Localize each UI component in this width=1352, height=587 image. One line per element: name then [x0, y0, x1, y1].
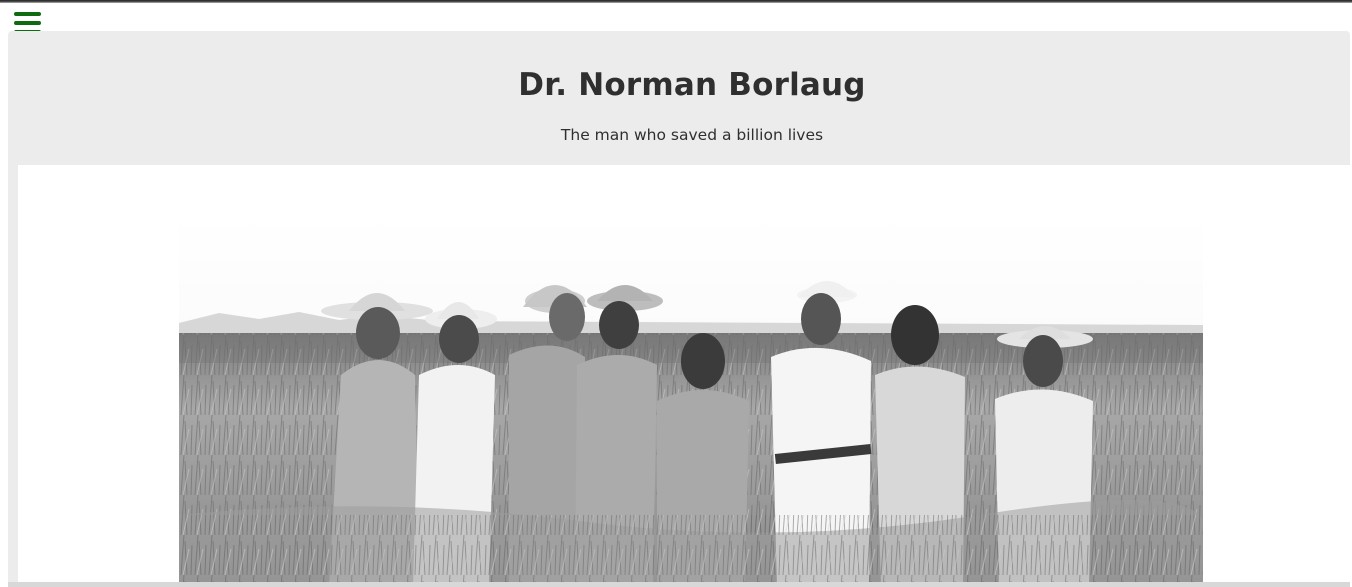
- bottom-border: [8, 582, 1350, 587]
- menu-bar-middle: [14, 21, 41, 25]
- page-subtitle: The man who saved a billion lives: [560, 126, 824, 144]
- field-team-photo: [179, 215, 1203, 583]
- menu-bar-top: [14, 12, 41, 16]
- page-header: Dr. Norman Borlaug The man who saved a b…: [8, 31, 1350, 165]
- page-container: Dr. Norman Borlaug The man who saved a b…: [8, 31, 1350, 587]
- top-border: [0, 0, 1352, 3]
- content-panel: [18, 165, 1350, 583]
- page-title: Dr. Norman Borlaug: [518, 67, 866, 103]
